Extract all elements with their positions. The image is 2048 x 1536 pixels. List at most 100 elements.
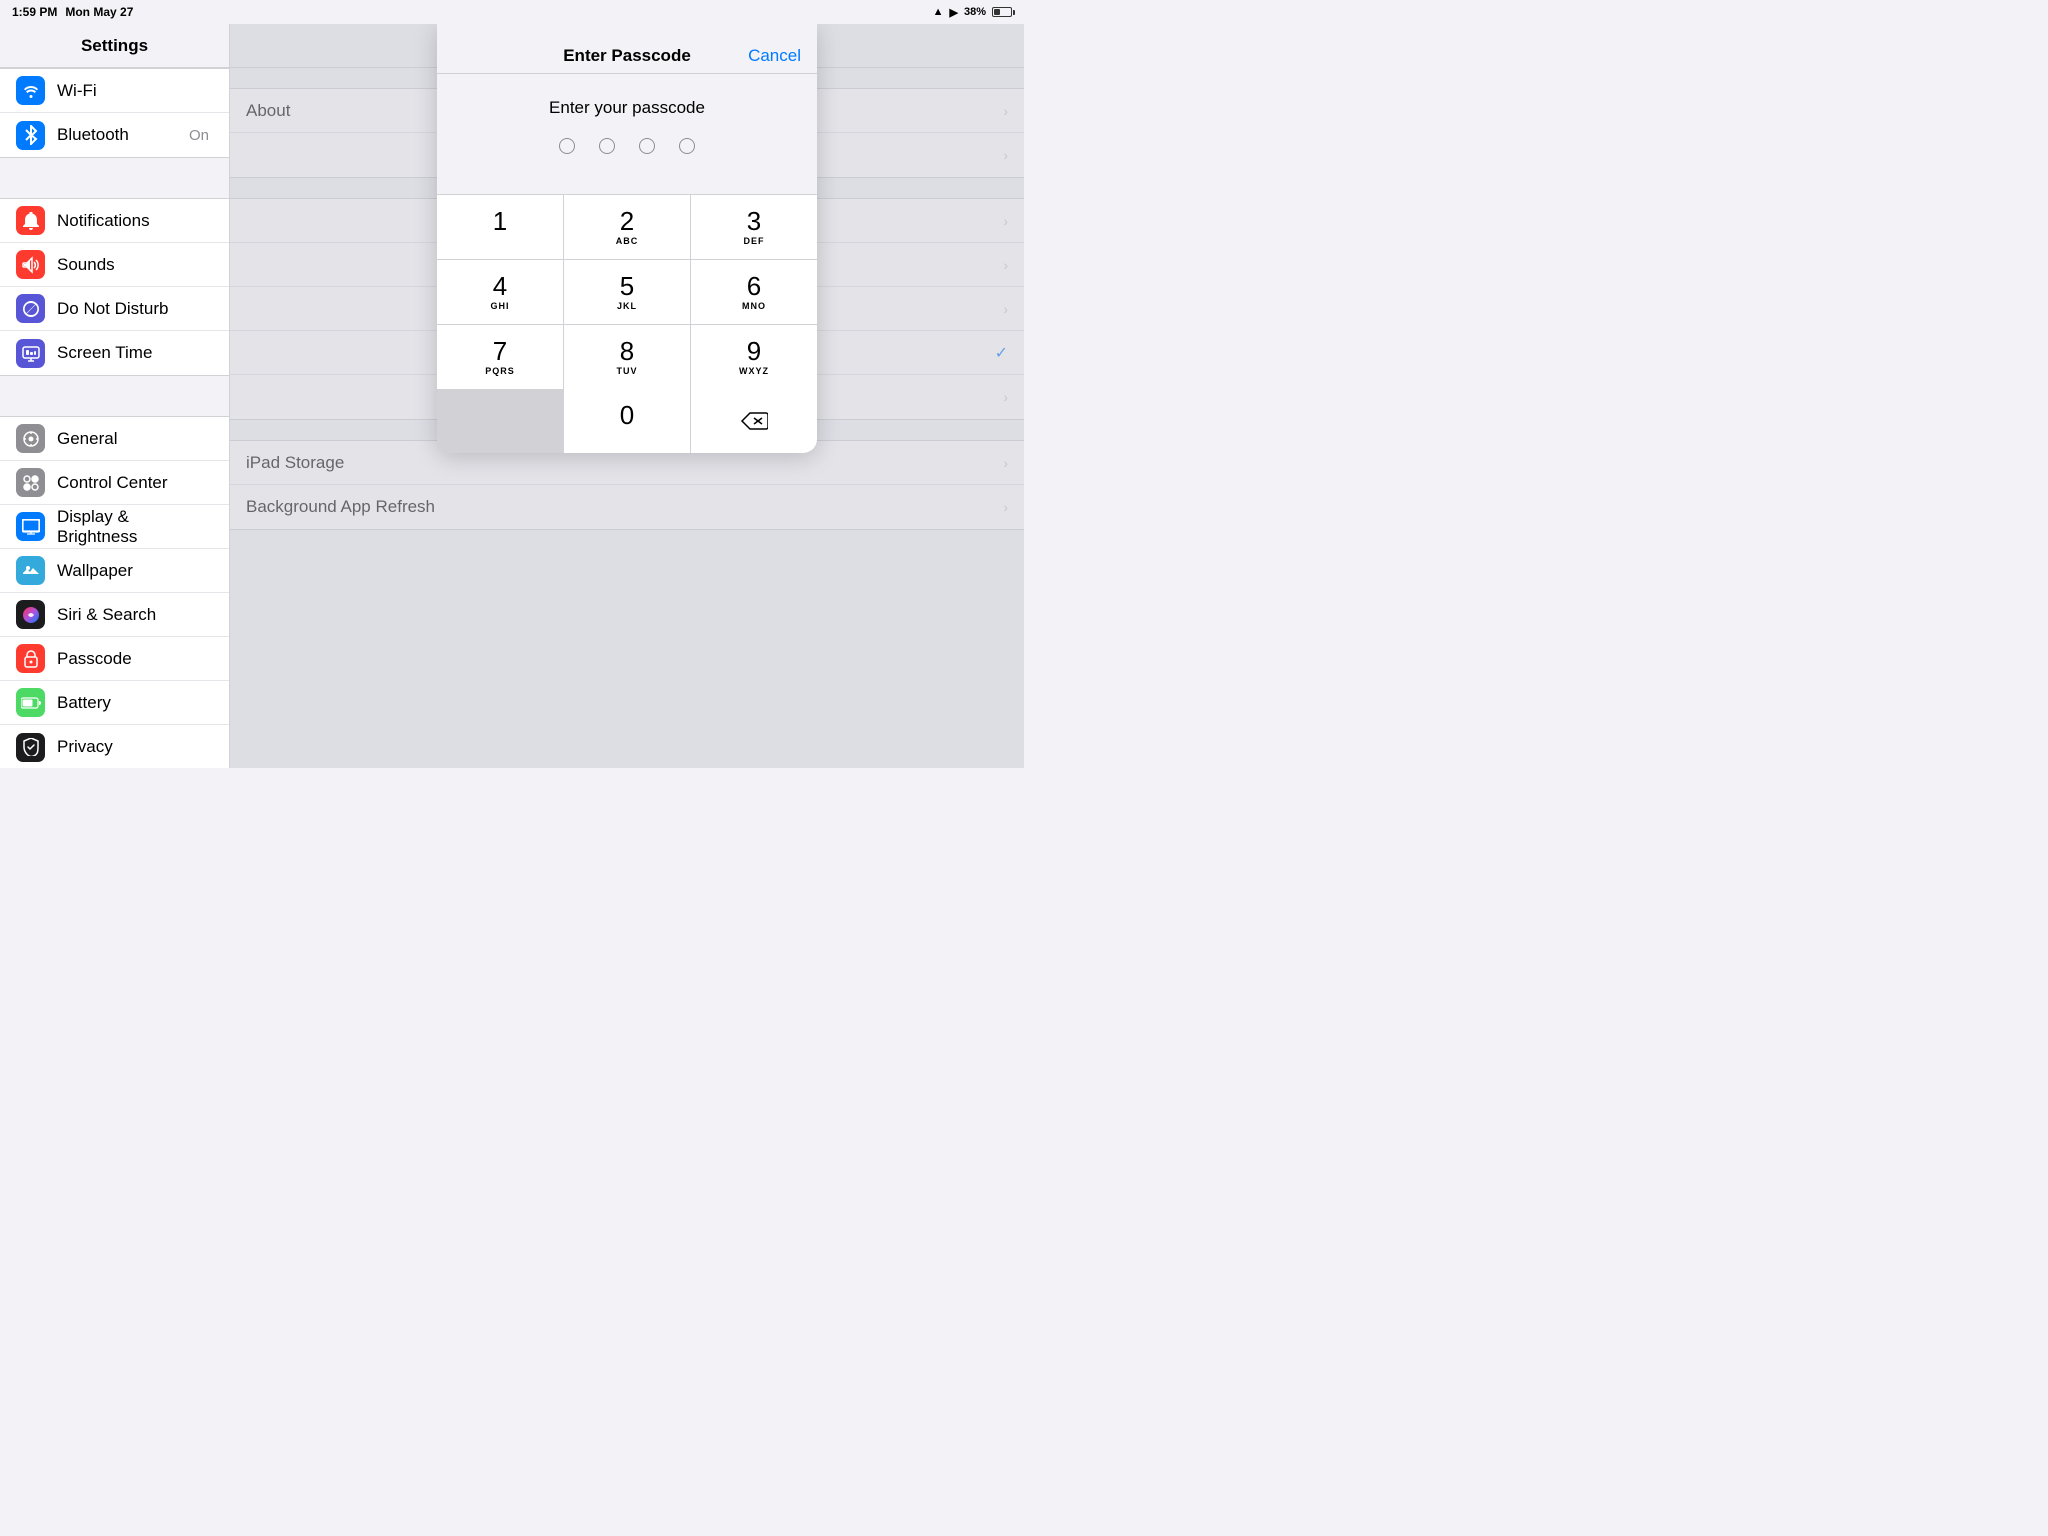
sidebar-item-siri[interactable]: Siri & Search [0,593,229,637]
sidebar-item-sounds-label: Sounds [57,255,213,275]
main-layout: Settings Wi-Fi [0,24,1024,768]
status-time: 1:59 PM [12,5,57,19]
key-letters-5: JKL [617,301,637,312]
status-left: 1:59 PM Mon May 27 [12,5,133,19]
sidebar-item-battery[interactable]: Battery [0,681,229,725]
sidebar-section-2: Notifications Sounds Do Not Disturb [0,198,229,376]
sidebar-item-notifications-label: Notifications [57,211,213,231]
battery-percentage: 38% [964,6,986,18]
key-number-6: 6 [747,273,761,299]
sidebar-item-wallpaper[interactable]: Wallpaper [0,549,229,593]
sidebar-title: Settings [0,24,229,68]
wallpaper-icon [16,556,45,585]
battery-icon [992,7,1012,17]
location-icon: ▶ [950,6,958,19]
keypad-key-6[interactable]: 6 MNO [691,260,817,324]
sidebar-item-dnd[interactable]: Do Not Disturb [0,287,229,331]
sidebar-item-controlcenter-label: Control Center [57,473,213,493]
general-icon [16,424,45,453]
key-letters-7: PQRS [485,366,515,377]
screentime-icon [16,339,45,368]
key-letters-4: GHI [490,301,509,312]
sidebar-item-dnd-label: Do Not Disturb [57,299,213,319]
key-number-0: 0 [620,402,634,428]
sidebar-item-sounds[interactable]: Sounds [0,243,229,287]
dnd-icon [16,294,45,323]
sidebar-item-screentime-label: Screen Time [57,343,213,363]
passcode-modal: Enter Passcode Cancel Enter your passcod… [437,24,817,453]
bluetooth-value: On [189,127,209,144]
battery-sidebar-icon [16,688,45,717]
sidebar-item-privacy[interactable]: Privacy [0,725,229,768]
keypad-empty-left [437,389,563,453]
status-bar: 1:59 PM Mon May 27 ▲ ▶ 38% [0,0,1024,24]
key-number-8: 8 [620,338,634,364]
passcode-icon [16,644,45,673]
passcode-dot-1 [559,138,575,154]
passcode-cancel-button[interactable]: Cancel [741,46,801,66]
passcode-body: Enter your passcode [437,74,817,194]
passcode-title: Enter Passcode [513,46,741,66]
battery-indicator [992,7,1012,17]
controlcenter-icon [16,468,45,497]
display-icon [16,512,45,541]
privacy-icon [16,733,45,762]
right-panel: General About › › › › [230,24,1024,768]
sidebar: Settings Wi-Fi [0,24,230,768]
sidebar-item-bluetooth-label: Bluetooth [57,125,177,145]
keypad-key-8[interactable]: 8 TUV [564,325,690,389]
wifi-icon [16,76,45,105]
sidebar-item-notifications[interactable]: Notifications [0,199,229,243]
keypad-key-1[interactable]: 1 [437,195,563,259]
keypad-key-0[interactable]: 0 [564,389,690,453]
passcode-dot-2 [599,138,615,154]
keypad-key-2[interactable]: 2 ABC [564,195,690,259]
key-number-7: 7 [493,338,507,364]
key-letters-6: MNO [742,301,766,312]
sidebar-item-passcode-label: Passcode [57,649,213,669]
key-number-9: 9 [747,338,761,364]
key-number-2: 2 [620,208,634,234]
key-number-4: 4 [493,273,507,299]
passcode-dots [453,138,801,154]
keypad-key-4[interactable]: 4 GHI [437,260,563,324]
sidebar-item-wifi[interactable]: Wi-Fi [0,69,229,113]
key-number-5: 5 [620,273,634,299]
passcode-header: Enter Passcode Cancel [437,24,817,74]
wifi-icon: ▲ [933,6,944,18]
siri-icon [16,600,45,629]
sidebar-item-general-label: General [57,429,213,449]
notifications-icon [16,206,45,235]
sidebar-item-bluetooth[interactable]: Bluetooth On [0,113,229,157]
sidebar-item-controlcenter[interactable]: Control Center [0,461,229,505]
keypad-bottom-row: 0 [437,389,817,453]
sidebar-section-1: Wi-Fi Bluetooth On [0,68,229,158]
sidebar-item-general[interactable]: General [0,417,229,461]
bluetooth-icon [16,121,45,150]
key-letters-8: TUV [617,366,638,377]
keypad-key-9[interactable]: 9 WXYZ [691,325,817,389]
key-letters-9: WXYZ [739,366,769,377]
keypad-delete-button[interactable] [691,389,817,453]
sidebar-section-3: General Control Center [0,416,229,768]
key-number-3: 3 [747,208,761,234]
status-right: ▲ ▶ 38% [933,6,1012,19]
keypad-key-3[interactable]: 3 DEF [691,195,817,259]
key-letters-2: ABC [616,236,639,247]
keypad-key-5[interactable]: 5 JKL [564,260,690,324]
status-day: Mon May 27 [65,5,133,19]
sidebar-item-screentime[interactable]: Screen Time [0,331,229,375]
passcode-dot-4 [679,138,695,154]
keypad-key-7[interactable]: 7 PQRS [437,325,563,389]
sidebar-item-passcode[interactable]: Passcode [0,637,229,681]
sidebar-item-siri-label: Siri & Search [57,605,213,625]
key-letters-3: DEF [744,236,765,247]
sidebar-item-wallpaper-label: Wallpaper [57,561,213,581]
sidebar-item-privacy-label: Privacy [57,737,213,757]
key-number-1: 1 [493,208,507,234]
keypad: 1 2 ABC 3 DEF 4 GHI [437,194,817,389]
sidebar-item-display[interactable]: Display & Brightness [0,505,229,549]
sounds-icon [16,250,45,279]
sidebar-item-display-label: Display & Brightness [57,507,213,547]
sidebar-item-wifi-label: Wi-Fi [57,81,213,101]
